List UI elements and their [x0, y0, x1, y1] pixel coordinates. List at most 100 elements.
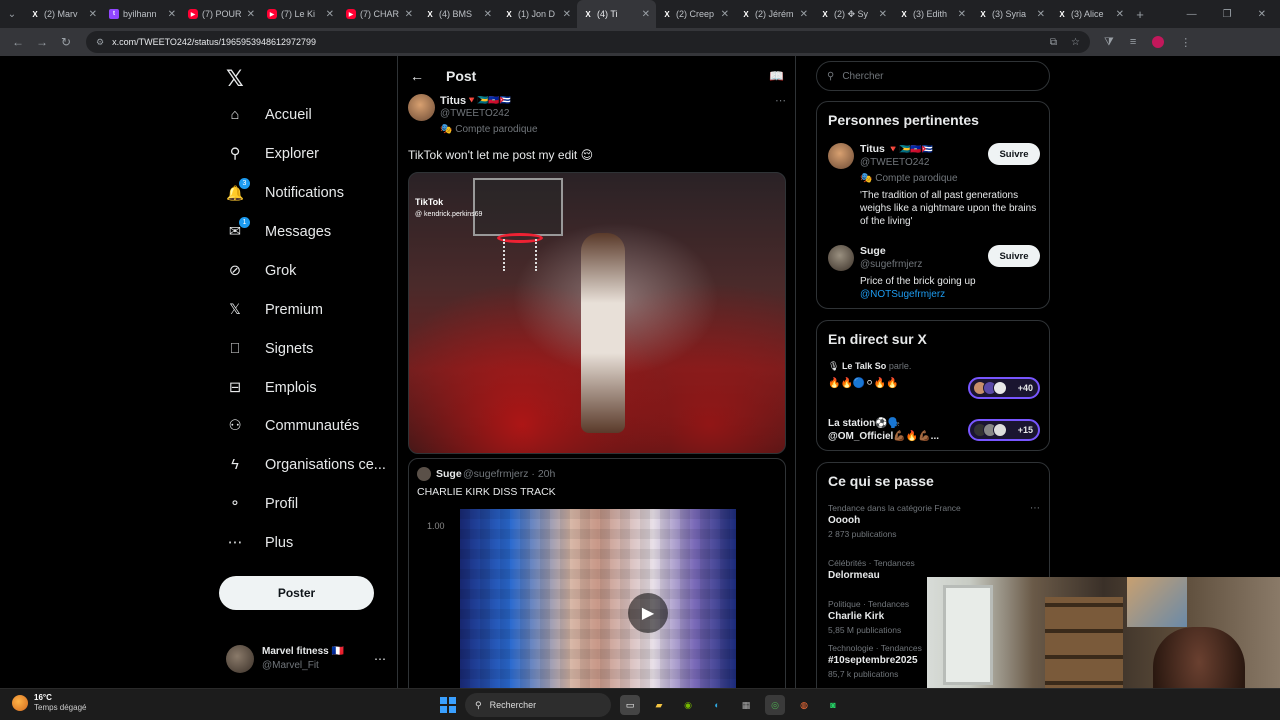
new-tab-button[interactable]: +: [1130, 7, 1150, 22]
quote-video[interactable]: ▶: [460, 509, 736, 688]
close-tab-icon[interactable]: ✕: [563, 9, 571, 20]
reader-mode-icon[interactable]: 📖: [769, 69, 784, 83]
back-arrow-icon[interactable]: ←: [410, 68, 446, 84]
tab-search-button[interactable]: ⌄: [0, 0, 24, 28]
back-button[interactable]: ←: [6, 35, 30, 49]
close-window-button[interactable]: ✕: [1258, 9, 1266, 20]
browser-tab[interactable]: ▶ (7) Le Ki ✕: [261, 0, 340, 28]
x-logo[interactable]: 𝕏: [226, 66, 244, 92]
nav-item-premium[interactable]: 𝕏 Premium: [226, 295, 323, 325]
install-app-icon[interactable]: ⧉: [1050, 37, 1057, 48]
nav-item-explorer[interactable]: ⚲ Explorer: [226, 139, 319, 169]
reload-button[interactable]: ↻: [54, 35, 78, 49]
live-space-item[interactable]: La station⚽🗣️ @OM_Officiel💪🏾🔥💪🏾... +15: [828, 417, 1040, 447]
close-tab-icon[interactable]: ✕: [1116, 9, 1124, 20]
account-switcher[interactable]: Marvel fitness 🇫🇷 @Marvel_Fit ⋯: [226, 642, 386, 676]
browser-menu-icon[interactable]: ⋮: [1180, 36, 1191, 49]
browser-tab[interactable]: X (2) Jérém ✕: [735, 0, 814, 28]
weather-widget[interactable]: 16°C Temps dégagé: [12, 693, 86, 713]
post-button[interactable]: Poster: [219, 576, 374, 610]
url-field[interactable]: ⚙ x.com/TWEETO242/status/196595394861297…: [86, 31, 1090, 53]
author-name[interactable]: Titus: [440, 95, 466, 107]
live-space-item[interactable]: 🎙 Le Talk So parle. 🔥🔥🔵⚪🔥🔥 +40: [828, 361, 1040, 401]
nav-item-messages[interactable]: ✉ 1 Messages: [226, 217, 331, 247]
trend-item[interactable]: Tendance dans la catégorie France Ooooh 2 …: [828, 503, 1040, 539]
task-view-icon[interactable]: ▭: [620, 695, 640, 715]
author-handle[interactable]: @TWEETO242: [440, 108, 509, 119]
browser-tab[interactable]: X (3) Edith ✕: [893, 0, 972, 28]
browser-tab[interactable]: X (3) Alice ✕: [1051, 0, 1130, 28]
browser-tab[interactable]: X (2) Creep ✕: [656, 0, 735, 28]
more-icon[interactable]: ⋯: [1030, 503, 1040, 514]
more-icon[interactable]: ⋯: [775, 94, 786, 107]
nav-item-organisations-ce[interactable]: ϟ Organisations ce...: [226, 450, 386, 480]
play-icon[interactable]: ▶: [628, 593, 668, 633]
nav-item-emplois[interactable]: ⊟ Emplois: [226, 373, 317, 403]
browser-tab[interactable]: X (1) Jon D ✕: [498, 0, 577, 28]
person-handle: @sugefrmjerz: [860, 259, 923, 270]
close-tab-icon[interactable]: ✕: [168, 9, 176, 20]
browser-tab[interactable]: t byilhann ✕: [103, 0, 182, 28]
close-tab-icon[interactable]: ✕: [721, 9, 729, 20]
browser-tab[interactable]: X (2) Marv ✕: [24, 0, 103, 28]
quoted-tweet[interactable]: Suge @sugefrmjerz · 20h CHARLIE KIRK DIS…: [408, 458, 786, 688]
whatsapp-icon[interactable]: ◙: [823, 695, 843, 715]
media-control-icon[interactable]: ≡: [1130, 36, 1136, 48]
close-tab-icon[interactable]: ✕: [89, 9, 97, 20]
person-item[interactable]: Suge @sugefrmjerz Price of the brick goi…: [828, 245, 1040, 305]
bookmark-star-icon[interactable]: ☆: [1071, 37, 1080, 48]
nav-item-signets[interactable]: ⎕ Signets: [226, 334, 314, 364]
relevant-people-card: Personnes pertinentes Titus 🔻🇧🇸🇭🇹🇨🇺 @TWE…: [816, 101, 1050, 309]
nav-item-plus[interactable]: ⋯ Plus: [226, 528, 293, 558]
browser-tab[interactable]: ▶ (7) CHAR ✕: [340, 0, 419, 28]
webcam-overlay: [927, 577, 1280, 688]
nvidia-icon[interactable]: ◉: [678, 695, 698, 715]
close-tab-icon[interactable]: ✕: [958, 9, 966, 20]
site-info-icon[interactable]: ⚙: [96, 37, 104, 48]
browser-tab[interactable]: X (2) ✥ Sy ✕: [814, 0, 893, 28]
close-tab-icon[interactable]: ✕: [800, 9, 808, 20]
bio-link[interactable]: @NOTSugefrmjerz: [860, 289, 945, 300]
browser-tab[interactable]: X (4) BMS ✕: [419, 0, 498, 28]
browser-tab[interactable]: X (3) Syria ✕: [972, 0, 1051, 28]
tweet-text: TikTok won't let me post my edit 😌: [408, 148, 594, 162]
firefox-icon[interactable]: ◍: [794, 695, 814, 715]
tweet-video[interactable]: TikTok @ kendrick.perkins69: [408, 172, 786, 454]
maximize-button[interactable]: ❐: [1223, 9, 1232, 20]
search-input[interactable]: ⚲ Chercher: [816, 61, 1050, 91]
close-tab-icon[interactable]: ✕: [484, 9, 492, 20]
avatar[interactable]: [408, 94, 435, 121]
close-tab-icon[interactable]: ✕: [326, 9, 334, 20]
nav-item-communautés[interactable]: ⚇ Communautés: [226, 411, 360, 441]
close-tab-icon[interactable]: ✕: [405, 9, 413, 20]
forward-button[interactable]: →: [30, 35, 54, 49]
nav-item-accueil[interactable]: ⌂ Accueil: [226, 100, 312, 130]
windows-start-icon[interactable]: [440, 697, 456, 713]
extensions-icon[interactable]: ⧩: [1104, 36, 1114, 49]
more-icon[interactable]: ⋯: [374, 652, 386, 666]
minimize-button[interactable]: —: [1187, 9, 1197, 20]
browser-tab[interactable]: ▶ (7) POUR ✕: [182, 0, 261, 28]
taskbar-search[interactable]: ⚲ Rechercher: [465, 693, 611, 717]
store-icon[interactable]: ▦: [736, 695, 756, 715]
close-tab-icon[interactable]: ✕: [642, 9, 650, 20]
file-explorer-icon[interactable]: ▰: [649, 695, 669, 715]
profile-avatar-icon[interactable]: [1152, 36, 1165, 48]
close-tab-icon[interactable]: ✕: [1037, 9, 1045, 20]
edge-icon[interactable]: ◐: [707, 695, 727, 715]
close-tab-icon[interactable]: ✕: [247, 9, 255, 20]
listeners-pill[interactable]: +15: [968, 419, 1040, 441]
browser-tab[interactable]: X (4) Ti ✕: [577, 0, 656, 28]
net: [503, 239, 537, 271]
person-item[interactable]: Titus 🔻🇧🇸🇭🇹🇨🇺 @TWEETO242 🎭 Compte parodi…: [828, 143, 1040, 233]
nav-item-notifications[interactable]: 🔔 3 Notifications: [226, 178, 344, 208]
tab-title: (4) Ti: [597, 9, 618, 19]
chrome-icon[interactable]: ◎: [765, 695, 785, 715]
listeners-pill[interactable]: +40: [968, 377, 1040, 399]
follow-button[interactable]: Suivre: [988, 245, 1040, 267]
grok-icon: ⊘: [228, 263, 242, 279]
close-tab-icon[interactable]: ✕: [879, 9, 887, 20]
nav-item-grok[interactable]: ⊘ Grok: [226, 256, 297, 286]
follow-button[interactable]: Suivre: [988, 143, 1040, 165]
nav-item-profil[interactable]: ⚬ Profil: [226, 489, 298, 519]
